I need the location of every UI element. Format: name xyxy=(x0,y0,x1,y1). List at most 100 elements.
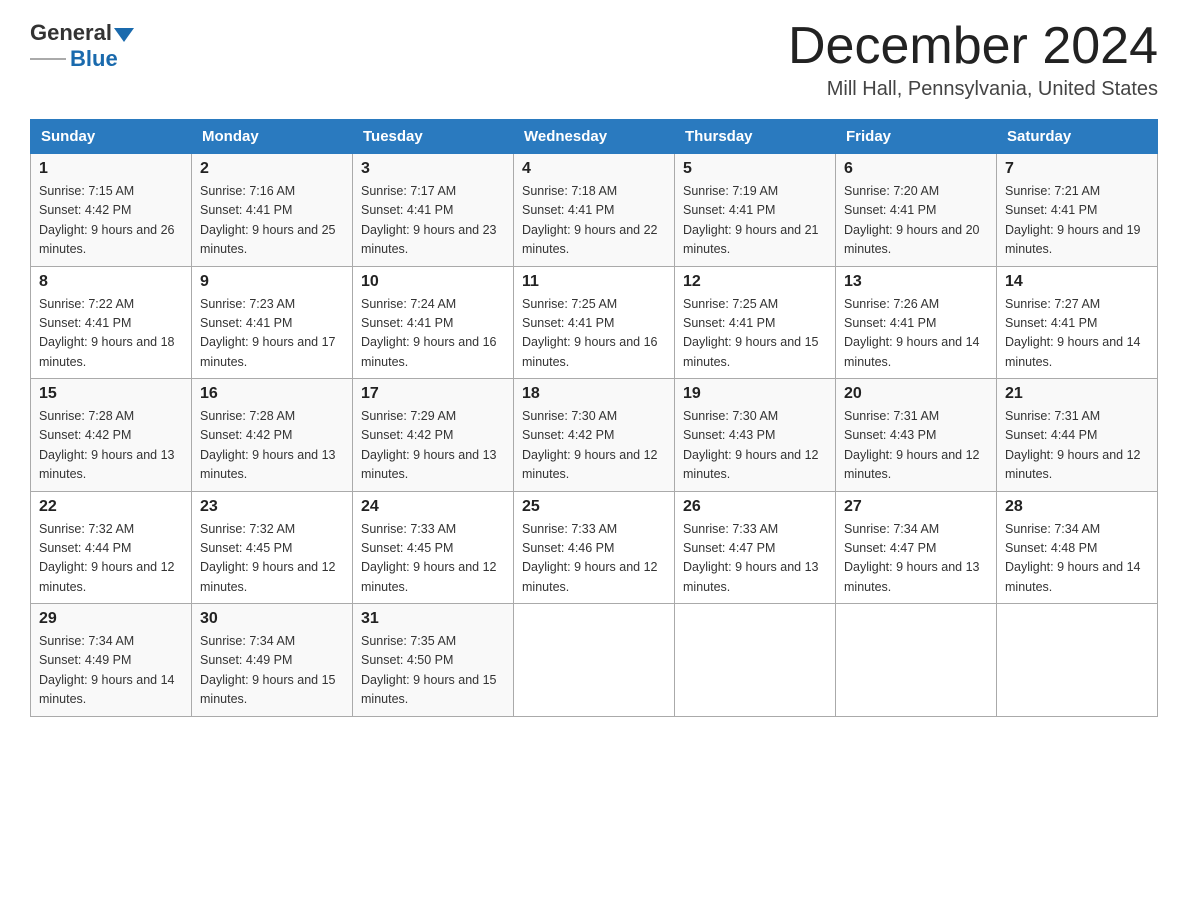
daylight-label: Daylight: 9 hours and 18 minutes. xyxy=(39,335,175,368)
day-info: Sunrise: 7:32 AM Sunset: 4:44 PM Dayligh… xyxy=(39,520,183,598)
calendar-cell: 16 Sunrise: 7:28 AM Sunset: 4:42 PM Dayl… xyxy=(192,379,353,492)
daylight-label: Daylight: 9 hours and 16 minutes. xyxy=(522,335,658,368)
calendar-cell: 14 Sunrise: 7:27 AM Sunset: 4:41 PM Dayl… xyxy=(997,266,1158,379)
daylight-label: Daylight: 9 hours and 12 minutes. xyxy=(683,448,819,481)
day-info: Sunrise: 7:20 AM Sunset: 4:41 PM Dayligh… xyxy=(844,182,988,260)
sunset-label: Sunset: 4:45 PM xyxy=(361,541,453,555)
sunrise-label: Sunrise: 7:28 AM xyxy=(200,409,295,423)
day-number: 31 xyxy=(361,610,505,628)
sunset-label: Sunset: 4:41 PM xyxy=(200,316,292,330)
sunset-label: Sunset: 4:41 PM xyxy=(844,316,936,330)
daylight-label: Daylight: 9 hours and 13 minutes. xyxy=(200,448,336,481)
day-info: Sunrise: 7:33 AM Sunset: 4:47 PM Dayligh… xyxy=(683,520,827,598)
calendar-cell: 25 Sunrise: 7:33 AM Sunset: 4:46 PM Dayl… xyxy=(514,491,675,604)
day-number: 1 xyxy=(39,160,183,178)
day-number: 4 xyxy=(522,160,666,178)
sunrise-label: Sunrise: 7:29 AM xyxy=(361,409,456,423)
sunset-label: Sunset: 4:47 PM xyxy=(844,541,936,555)
day-info: Sunrise: 7:27 AM Sunset: 4:41 PM Dayligh… xyxy=(1005,295,1149,373)
sunset-label: Sunset: 4:45 PM xyxy=(200,541,292,555)
calendar-week-row: 29 Sunrise: 7:34 AM Sunset: 4:49 PM Dayl… xyxy=(31,604,1158,717)
day-info: Sunrise: 7:31 AM Sunset: 4:43 PM Dayligh… xyxy=(844,407,988,485)
day-info: Sunrise: 7:22 AM Sunset: 4:41 PM Dayligh… xyxy=(39,295,183,373)
weekday-header-sunday: Sunday xyxy=(31,120,192,154)
day-number: 19 xyxy=(683,385,827,403)
day-number: 2 xyxy=(200,160,344,178)
daylight-label: Daylight: 9 hours and 12 minutes. xyxy=(361,560,497,593)
day-number: 10 xyxy=(361,273,505,291)
day-info: Sunrise: 7:34 AM Sunset: 4:47 PM Dayligh… xyxy=(844,520,988,598)
calendar-cell: 22 Sunrise: 7:32 AM Sunset: 4:44 PM Dayl… xyxy=(31,491,192,604)
day-info: Sunrise: 7:34 AM Sunset: 4:49 PM Dayligh… xyxy=(200,632,344,710)
day-info: Sunrise: 7:34 AM Sunset: 4:48 PM Dayligh… xyxy=(1005,520,1149,598)
calendar-cell: 5 Sunrise: 7:19 AM Sunset: 4:41 PM Dayli… xyxy=(675,154,836,267)
sunset-label: Sunset: 4:46 PM xyxy=(522,541,614,555)
sunset-label: Sunset: 4:42 PM xyxy=(39,428,131,442)
weekday-header-thursday: Thursday xyxy=(675,120,836,154)
day-number: 25 xyxy=(522,498,666,516)
sunrise-label: Sunrise: 7:34 AM xyxy=(200,634,295,648)
day-number: 23 xyxy=(200,498,344,516)
page-header: General Blue December 2024 Mill Hall, Pe… xyxy=(30,20,1158,101)
daylight-label: Daylight: 9 hours and 14 minutes. xyxy=(844,335,980,368)
calendar-cell: 8 Sunrise: 7:22 AM Sunset: 4:41 PM Dayli… xyxy=(31,266,192,379)
sunrise-label: Sunrise: 7:25 AM xyxy=(522,297,617,311)
calendar-cell: 12 Sunrise: 7:25 AM Sunset: 4:41 PM Dayl… xyxy=(675,266,836,379)
daylight-label: Daylight: 9 hours and 12 minutes. xyxy=(200,560,336,593)
calendar-cell: 6 Sunrise: 7:20 AM Sunset: 4:41 PM Dayli… xyxy=(836,154,997,267)
weekday-header-tuesday: Tuesday xyxy=(353,120,514,154)
day-number: 13 xyxy=(844,273,988,291)
day-info: Sunrise: 7:21 AM Sunset: 4:41 PM Dayligh… xyxy=(1005,182,1149,260)
day-number: 30 xyxy=(200,610,344,628)
weekday-header-friday: Friday xyxy=(836,120,997,154)
day-info: Sunrise: 7:19 AM Sunset: 4:41 PM Dayligh… xyxy=(683,182,827,260)
logo-arrow-icon xyxy=(114,28,134,42)
sunrise-label: Sunrise: 7:34 AM xyxy=(1005,522,1100,536)
calendar-cell: 28 Sunrise: 7:34 AM Sunset: 4:48 PM Dayl… xyxy=(997,491,1158,604)
sunrise-label: Sunrise: 7:33 AM xyxy=(683,522,778,536)
daylight-label: Daylight: 9 hours and 14 minutes. xyxy=(1005,335,1141,368)
daylight-label: Daylight: 9 hours and 12 minutes. xyxy=(39,560,175,593)
sunrise-label: Sunrise: 7:24 AM xyxy=(361,297,456,311)
calendar-cell: 11 Sunrise: 7:25 AM Sunset: 4:41 PM Dayl… xyxy=(514,266,675,379)
daylight-label: Daylight: 9 hours and 12 minutes. xyxy=(522,560,658,593)
day-number: 24 xyxy=(361,498,505,516)
sunset-label: Sunset: 4:42 PM xyxy=(522,428,614,442)
calendar-cell: 19 Sunrise: 7:30 AM Sunset: 4:43 PM Dayl… xyxy=(675,379,836,492)
sunset-label: Sunset: 4:49 PM xyxy=(200,653,292,667)
sunrise-label: Sunrise: 7:30 AM xyxy=(683,409,778,423)
sunset-label: Sunset: 4:43 PM xyxy=(844,428,936,442)
daylight-label: Daylight: 9 hours and 17 minutes. xyxy=(200,335,336,368)
logo-divider xyxy=(30,58,66,60)
calendar-cell: 15 Sunrise: 7:28 AM Sunset: 4:42 PM Dayl… xyxy=(31,379,192,492)
sunrise-label: Sunrise: 7:22 AM xyxy=(39,297,134,311)
sunset-label: Sunset: 4:42 PM xyxy=(39,203,131,217)
daylight-label: Daylight: 9 hours and 13 minutes. xyxy=(683,560,819,593)
calendar-cell: 1 Sunrise: 7:15 AM Sunset: 4:42 PM Dayli… xyxy=(31,154,192,267)
day-info: Sunrise: 7:15 AM Sunset: 4:42 PM Dayligh… xyxy=(39,182,183,260)
daylight-label: Daylight: 9 hours and 15 minutes. xyxy=(200,673,336,706)
sunrise-label: Sunrise: 7:31 AM xyxy=(844,409,939,423)
day-number: 12 xyxy=(683,273,827,291)
calendar-cell: 26 Sunrise: 7:33 AM Sunset: 4:47 PM Dayl… xyxy=(675,491,836,604)
day-number: 15 xyxy=(39,385,183,403)
weekday-header-wednesday: Wednesday xyxy=(514,120,675,154)
day-info: Sunrise: 7:31 AM Sunset: 4:44 PM Dayligh… xyxy=(1005,407,1149,485)
daylight-label: Daylight: 9 hours and 13 minutes. xyxy=(39,448,175,481)
day-number: 7 xyxy=(1005,160,1149,178)
sunset-label: Sunset: 4:41 PM xyxy=(1005,316,1097,330)
month-title: December 2024 xyxy=(788,20,1158,72)
day-number: 18 xyxy=(522,385,666,403)
sunset-label: Sunset: 4:42 PM xyxy=(361,428,453,442)
sunrise-label: Sunrise: 7:21 AM xyxy=(1005,184,1100,198)
logo: General Blue xyxy=(30,20,136,72)
calendar-cell: 3 Sunrise: 7:17 AM Sunset: 4:41 PM Dayli… xyxy=(353,154,514,267)
logo-general-text: General xyxy=(30,20,112,46)
calendar-cell: 4 Sunrise: 7:18 AM Sunset: 4:41 PM Dayli… xyxy=(514,154,675,267)
calendar-cell: 2 Sunrise: 7:16 AM Sunset: 4:41 PM Dayli… xyxy=(192,154,353,267)
sunrise-label: Sunrise: 7:27 AM xyxy=(1005,297,1100,311)
calendar-table: SundayMondayTuesdayWednesdayThursdayFrid… xyxy=(30,119,1158,717)
sunset-label: Sunset: 4:41 PM xyxy=(361,316,453,330)
day-info: Sunrise: 7:23 AM Sunset: 4:41 PM Dayligh… xyxy=(200,295,344,373)
day-number: 26 xyxy=(683,498,827,516)
